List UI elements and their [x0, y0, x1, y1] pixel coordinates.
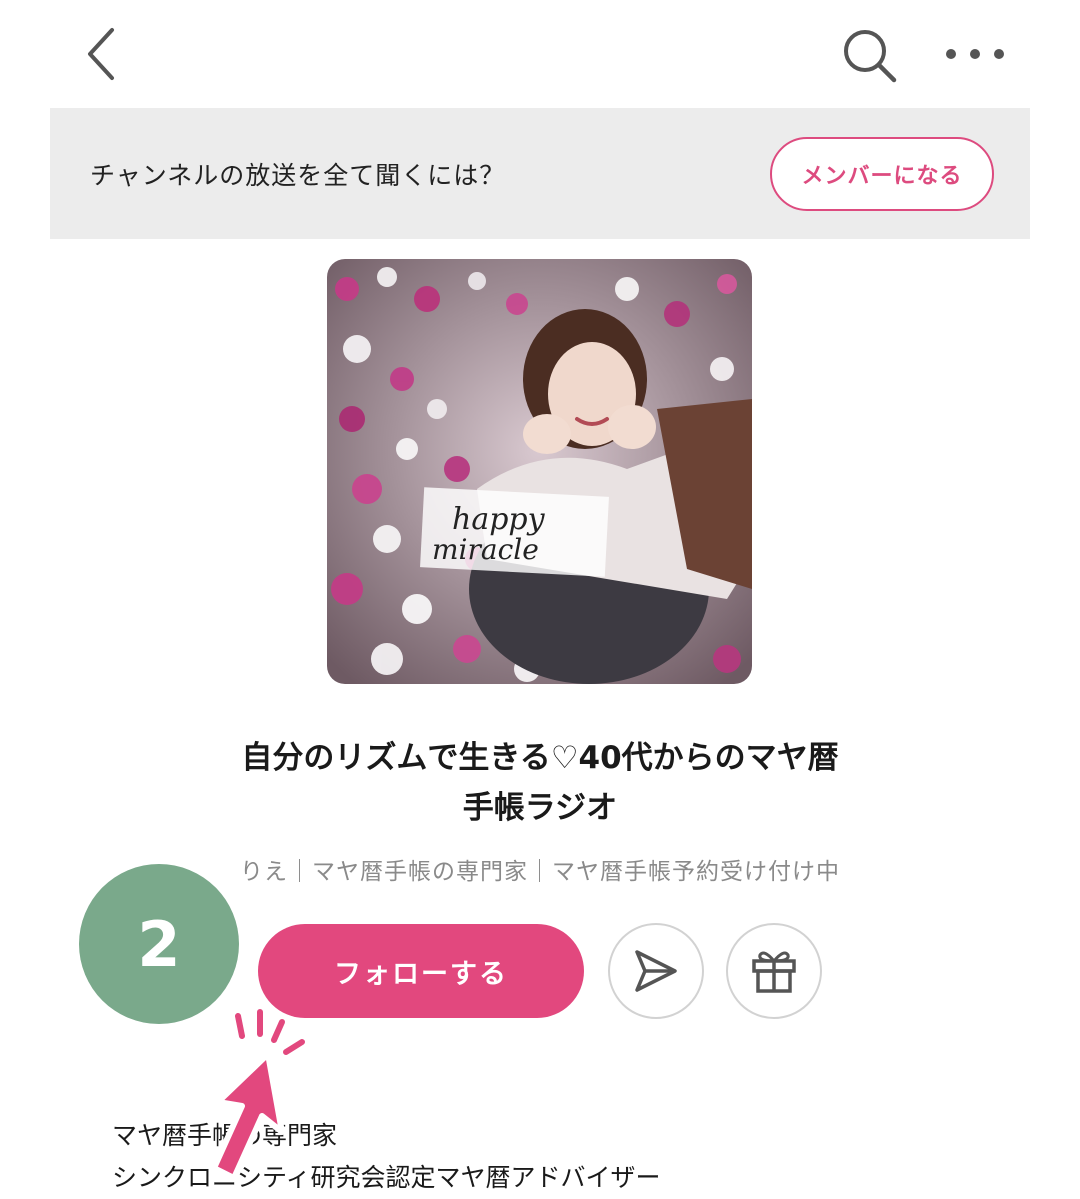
cover-text-miracle: miracle: [432, 533, 539, 566]
gift-button[interactable]: [726, 923, 822, 1019]
chevron-left-icon: [88, 28, 114, 80]
channel-title: 自分のリズムで生きる♡40代からのマヤ暦 手帳ラジオ: [140, 733, 940, 833]
back-button[interactable]: [70, 22, 134, 86]
pointer-arrow-icon: [211, 1006, 308, 1181]
become-member-button[interactable]: メンバーになる: [770, 136, 994, 211]
share-button[interactable]: [608, 923, 704, 1019]
gift-icon: [752, 951, 796, 993]
channel-title-line2: 手帳ラジオ: [462, 790, 618, 826]
top-bar: [0, 0, 1080, 108]
more-horizontal-icon: [946, 49, 1004, 59]
step-number-badge: 2: [79, 864, 239, 1024]
channel-cover-image: happy miracle: [327, 259, 752, 684]
membership-banner: チャンネルの放送を全て聞くには？ メンバーになる: [50, 108, 1030, 239]
channel-title-line1: 自分のリズムで生きる♡40代からのマヤ暦: [241, 740, 839, 776]
send-icon: [635, 950, 677, 992]
banner-text: チャンネルの放送を全て聞くには？: [90, 160, 506, 190]
cover-text-happy: happy: [452, 502, 546, 537]
search-icon: [844, 30, 897, 83]
search-button[interactable]: [836, 22, 902, 88]
more-options-button[interactable]: [938, 28, 1012, 80]
channel-author[interactable]: りえ｜マヤ暦手帳の専門家｜マヤ暦手帳予約受け付け中: [140, 852, 940, 886]
